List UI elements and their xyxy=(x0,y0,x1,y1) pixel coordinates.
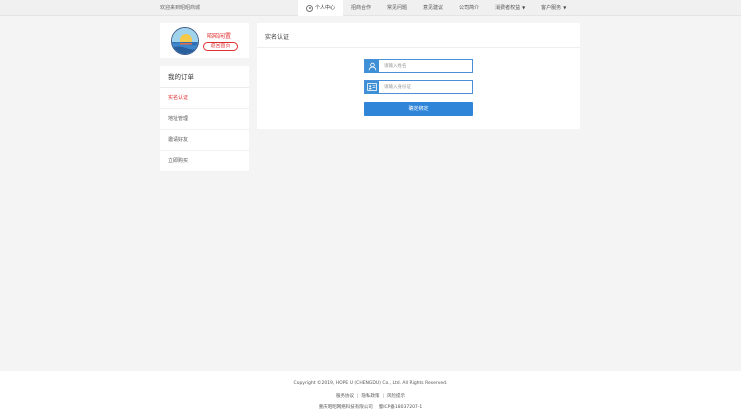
nav-label: 个人中心 xyxy=(315,5,336,11)
nav-faq[interactable]: 常见问题 xyxy=(379,0,415,16)
separator: | xyxy=(382,394,385,399)
nav-company-intro[interactable]: 公司简介 xyxy=(451,0,487,16)
name-input[interactable] xyxy=(379,60,469,72)
service-agreement-link[interactable]: 服务协议 xyxy=(336,394,354,399)
top-nav: 个人中心 招商合作 常见问题 意见建议 公司简介 消费者权益 ▼ 客户服务 ▼ xyxy=(298,0,574,16)
return-home-button[interactable]: 返回首页 xyxy=(203,42,238,51)
avatar-image xyxy=(172,28,198,54)
divider xyxy=(257,47,580,48)
name-field[interactable] xyxy=(364,59,473,73)
sidebar-item-buy-now[interactable]: 立即购买 xyxy=(160,151,249,172)
nav-consumer-rights[interactable]: 消费者权益 ▼ xyxy=(487,0,533,16)
nav-label: 常见问题 xyxy=(387,5,408,11)
caret-down-icon: ▼ xyxy=(563,5,567,10)
welcome-text: 欢迎来到昭昭商城 xyxy=(160,5,201,11)
nav-label: 公司简介 xyxy=(459,5,480,11)
nav-customer-service[interactable]: 客户服务 ▼ xyxy=(533,0,574,16)
footer-company-line: 重庆昭昭网络科技有限公司 蜀ICP备18037207-1 xyxy=(0,404,741,410)
id-number-input[interactable] xyxy=(379,81,469,93)
nav-personal-center[interactable]: 个人中心 xyxy=(298,0,344,16)
footer-links: 服务协议 | 隐私政策 | 风险提示 xyxy=(0,393,741,399)
top-bar: 欢迎来到昭昭商城 个人中心 招商合作 常见问题 意见建议 公司简介 消费者权益 … xyxy=(0,0,741,16)
separator: | xyxy=(356,394,359,399)
copyright-text: Copyright ©2019, HOPE U (CHENGDU) Co., L… xyxy=(293,381,448,386)
sidebar-item-invite-friends[interactable]: 邀请好友 xyxy=(160,130,249,151)
id-card-icon xyxy=(365,80,379,94)
confirm-bind-button[interactable]: 确定绑定 xyxy=(364,102,473,116)
caret-down-icon: ▼ xyxy=(522,5,526,10)
sidebar-item-real-name-auth[interactable]: 实名认证 xyxy=(160,88,249,109)
nav-merchant-cooperation[interactable]: 招商合作 xyxy=(343,0,379,16)
nav-label: 消费者权益 xyxy=(495,5,521,11)
sidebar-item-address-management[interactable]: 地址管理 xyxy=(160,109,249,130)
page-title: 实名认证 xyxy=(265,34,290,41)
privacy-policy-link[interactable]: 隐私政策 xyxy=(362,394,380,399)
real-name-auth-panel: 实名认证 确定绑定 xyxy=(257,23,580,129)
profile-name: 昭昭闲置 xyxy=(207,33,232,40)
risk-notice-link[interactable]: 风险提示 xyxy=(387,394,405,399)
person-icon xyxy=(365,59,379,73)
nav-label: 客户服务 xyxy=(541,5,562,11)
footer: Copyright ©2019, HOPE U (CHENGDU) Co., L… xyxy=(0,371,741,417)
avatar xyxy=(171,27,199,55)
sidebar-title: 我的订单 xyxy=(160,66,249,88)
id-card-field[interactable] xyxy=(364,80,473,94)
user-icon xyxy=(306,4,313,12)
icp-number[interactable]: 蜀ICP备18037207-1 xyxy=(379,405,423,410)
nav-label: 招商合作 xyxy=(351,5,372,11)
nav-label: 意见建议 xyxy=(423,5,444,11)
nav-suggestions[interactable]: 意见建议 xyxy=(415,0,451,16)
sidebar-menu: 我的订单 实名认证 地址管理 邀请好友 立即购买 xyxy=(160,66,249,172)
profile-card: 昭昭闲置 返回首页 xyxy=(160,23,249,58)
company-name: 重庆昭昭网络科技有限公司 xyxy=(318,405,373,410)
